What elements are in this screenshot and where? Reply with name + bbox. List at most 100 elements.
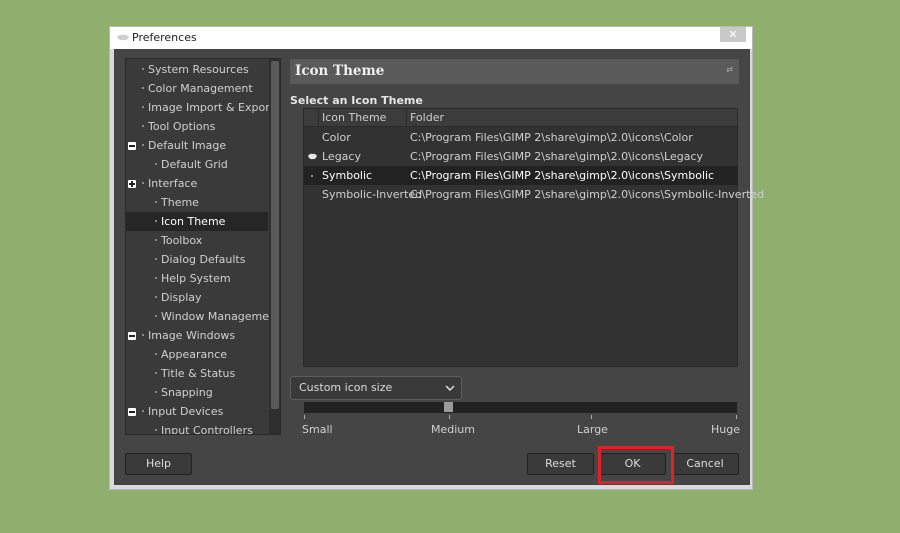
nav-item-dialog-defaults[interactable]: Dialog Defaults <box>126 250 268 269</box>
detach-icon[interactable]: ⇄ <box>726 65 733 74</box>
gimp-icon <box>117 34 129 41</box>
cell-folder: C:\Program Files\GIMP 2\share\gimp\2.0\i… <box>410 131 693 144</box>
help-button[interactable]: Help <box>125 453 192 475</box>
cell-icon-theme: Color <box>322 131 351 144</box>
page-header: Icon Theme ⇄ <box>290 59 739 84</box>
nav-item-toolbox[interactable]: Toolbox <box>126 231 268 250</box>
nav-item-window-management[interactable]: Window Management <box>126 307 280 326</box>
nav-item-label: Tool Options <box>148 120 216 133</box>
tree-bullet-icon <box>142 68 144 70</box>
tree-bullet-icon <box>155 296 157 298</box>
nav-item-label: Interface <box>148 177 198 190</box>
tree-scrollbar-thumb[interactable] <box>271 61 279 409</box>
tree-bullet-icon <box>155 239 157 241</box>
nav-item-default-grid[interactable]: Default Grid <box>126 155 268 174</box>
column-header-icon-theme[interactable]: Icon Theme <box>322 109 386 127</box>
reset-button[interactable]: Reset <box>527 453 594 475</box>
tree-bullet-icon <box>155 277 157 279</box>
tree-bullet-icon <box>155 258 157 260</box>
table-row[interactable]: Symbolic-Inverted C:\Program Files\GIMP 2… <box>304 185 764 204</box>
tree-bullet-icon <box>155 163 157 165</box>
nav-item-default-image[interactable]: Default Image <box>126 136 268 155</box>
nav-item-appearance[interactable]: Appearance <box>126 345 268 364</box>
tree-bullet-icon <box>155 201 157 203</box>
nav-item-label: Display <box>161 291 202 304</box>
nav-item-input-devices[interactable]: Input Devices <box>126 402 268 421</box>
nav-item-label: Default Grid <box>161 158 228 171</box>
table-row[interactable]: Symbolic C:\Program Files\GIMP 2\share\gi… <box>304 166 737 185</box>
nav-item-label: Dialog Defaults <box>161 253 246 266</box>
tree-bullet-icon <box>142 334 144 336</box>
icon-size-dropdown[interactable]: Custom icon size <box>290 376 462 400</box>
tree-bullet-icon <box>155 220 157 222</box>
nav-item-color-management[interactable]: Color Management <box>126 79 268 98</box>
tree-scrollbar[interactable] <box>269 59 280 434</box>
tree-bullet-icon <box>155 315 157 317</box>
nav-item-interface[interactable]: Interface <box>126 174 268 193</box>
nav-item-label: System Resources <box>148 63 249 76</box>
collapse-icon[interactable] <box>128 332 136 340</box>
nav-item-label: Icon Theme <box>161 215 226 228</box>
ok-button-highlight <box>598 446 674 484</box>
nav-item-icon-theme[interactable]: Icon Theme <box>126 212 268 231</box>
column-header-folder[interactable]: Folder <box>410 109 444 127</box>
cell-folder: C:\Program Files\GIMP 2\share\gimp\2.0\i… <box>410 150 704 163</box>
dialog-body: Input Controllers Input Devices Snapping Ti… <box>114 49 764 485</box>
tree-bullet-icon <box>142 144 144 146</box>
table-row[interactable]: Color C:\Program Files\GIMP 2\share\gimp\… <box>304 128 737 147</box>
nav-item-snapping[interactable]: Snapping <box>126 383 268 402</box>
icon-size-dropdown-label: Custom icon size <box>299 381 393 394</box>
nav-item-image-import-export[interactable]: Image Import & Export <box>126 98 274 117</box>
nav-item-label: Image Import & Export <box>148 101 275 114</box>
tick-label-large: Large <box>577 423 608 436</box>
expand-icon[interactable] <box>128 180 136 188</box>
tree-bullet-icon <box>142 182 144 184</box>
nav-item-label: Theme <box>161 196 199 209</box>
slider-tick <box>449 415 450 419</box>
preferences-window: Preferences ✕ Input Controllers Input Dev… <box>109 26 764 490</box>
cell-folder: C:\Program Files\GIMP 2\share\gimp\2.0\i… <box>410 169 715 182</box>
tick-label-medium: Medium <box>431 423 475 436</box>
chevron-down-icon <box>445 385 455 392</box>
nav-item-title-status[interactable]: Title & Status <box>126 364 268 383</box>
nav-item-theme[interactable]: Theme <box>126 193 268 212</box>
tree-bullet-icon <box>155 391 157 393</box>
page-title: Icon Theme <box>295 63 385 79</box>
tick-label-small: Small <box>302 423 333 436</box>
tree-bullet-icon <box>142 125 144 127</box>
nav-item-label: Help System <box>161 272 231 285</box>
cancel-button[interactable]: Cancel <box>671 453 739 475</box>
tree-bullet-icon <box>142 106 144 108</box>
nav-item-system-resources[interactable]: System Resources <box>126 60 268 79</box>
icon-size-slider-handle[interactable] <box>444 402 453 412</box>
nav-item-label: Image Windows <box>148 329 236 342</box>
nav-item-label: Color Management <box>148 82 253 95</box>
tick-label-huge: Huge <box>711 423 740 436</box>
nav-item-label: Snapping <box>161 386 213 399</box>
tree-bullet-icon <box>155 429 157 431</box>
nav-item-display[interactable]: Display <box>126 288 268 307</box>
nav-item-image-windows[interactable]: Image Windows <box>126 326 268 345</box>
tree-bullet-icon <box>155 353 157 355</box>
close-button[interactable]: ✕ <box>720 27 746 42</box>
table-header: Icon Theme Folder <box>304 109 737 127</box>
collapse-icon[interactable] <box>128 408 136 416</box>
nav-item-label: Appearance <box>161 348 228 361</box>
icon-size-slider[interactable] <box>304 402 737 413</box>
nav-item-tool-options[interactable]: Tool Options <box>126 117 268 136</box>
collapse-icon[interactable] <box>128 142 136 150</box>
nav-item-help-system[interactable]: Help System <box>126 269 268 288</box>
column-separator <box>318 109 319 127</box>
slider-tick <box>304 415 305 419</box>
nav-item-label: Window Management <box>161 310 281 323</box>
cell-icon-theme: Symbolic-Inverted <box>322 188 423 201</box>
nav-item-label: Title & Status <box>161 367 236 380</box>
cell-icon-theme: Legacy <box>322 150 361 163</box>
section-title: Select an Icon Theme <box>290 94 423 107</box>
column-separator <box>406 109 407 127</box>
slider-tick <box>736 415 737 419</box>
nav-item-label: Default Image <box>148 139 227 152</box>
table-row[interactable]: Legacy C:\Program Files\GIMP 2\share\gimp… <box>304 147 737 166</box>
nav-item-label: Input Devices <box>148 405 224 418</box>
nav-item-input-controllers[interactable]: Input Controllers <box>126 421 268 434</box>
